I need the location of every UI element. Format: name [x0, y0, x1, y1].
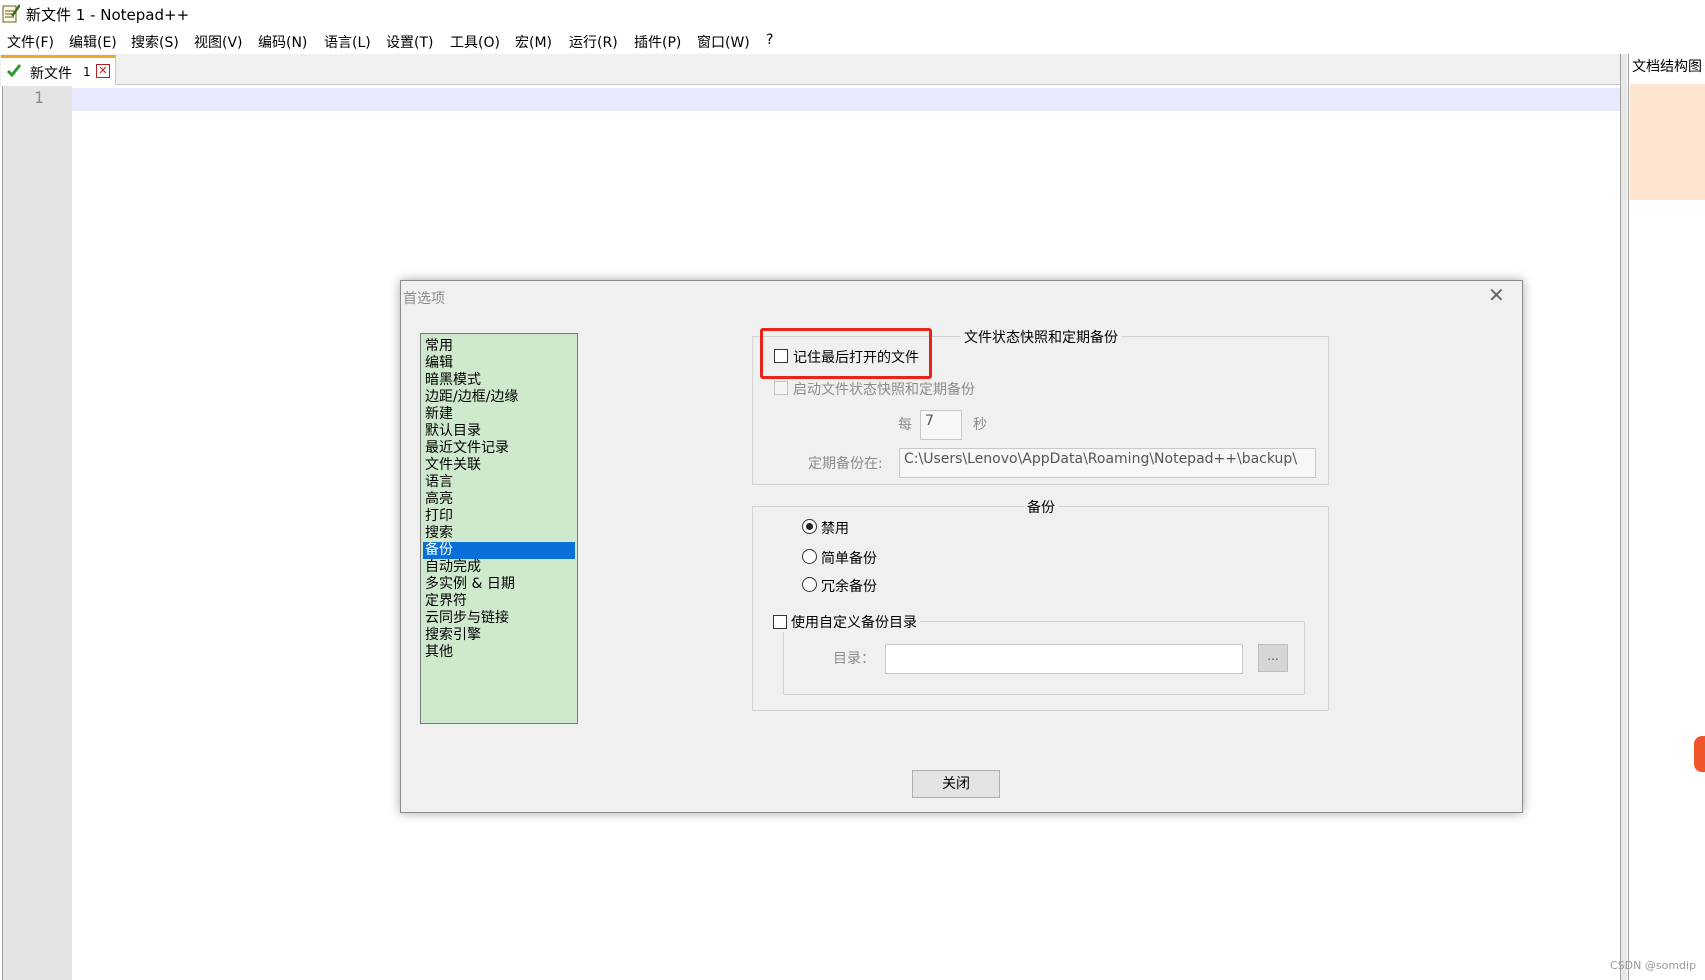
- menu-edit[interactable]: 编辑(E): [69, 32, 117, 52]
- title-bar: [0, 0, 1705, 28]
- category-item[interactable]: 边距/边框/边缘: [423, 389, 575, 406]
- menu-encoding[interactable]: 编码(N): [258, 32, 307, 52]
- line-number-gutter: [3, 86, 72, 980]
- menu-tools[interactable]: 工具(O): [450, 32, 500, 52]
- dialog-title: 首选项: [403, 291, 445, 307]
- category-item[interactable]: 定界符: [423, 593, 575, 610]
- custom-dir-label[interactable]: 使用自定义备份目录: [791, 615, 917, 631]
- menu-window[interactable]: 窗口(W): [697, 32, 750, 52]
- menu-help[interactable]: ?: [766, 32, 773, 48]
- backup-simple-label[interactable]: 简单备份: [821, 548, 877, 568]
- close-x-icon[interactable]: ✕: [1488, 283, 1505, 307]
- category-item[interactable]: 自动完成: [423, 559, 575, 576]
- browse-button[interactable]: ...: [1258, 644, 1288, 672]
- custom-dir-legend: 使用自定义备份目录: [772, 612, 920, 632]
- line-number: 1: [34, 88, 44, 107]
- interval-input[interactable]: 7: [920, 410, 962, 440]
- backup-path-input[interactable]: C:\Users\Lenovo\AppData\Roaming\Notepad+…: [899, 448, 1316, 478]
- category-item[interactable]: 云同步与链接: [423, 610, 575, 627]
- category-item[interactable]: 多实例 & 日期: [423, 576, 575, 593]
- enable-snapshot-label: 启动文件状态快照和定期备份: [793, 382, 975, 398]
- splitter[interactable]: [1620, 54, 1627, 980]
- backup-group-legend: 备份: [1024, 497, 1058, 517]
- floating-badge: [1694, 736, 1705, 772]
- category-list[interactable]: 常用 编辑 暗黑模式 边距/边框/边缘 新建 默认目录 最近文件记录 文件关联 …: [420, 333, 578, 724]
- menu-view[interactable]: 视图(V): [194, 32, 243, 52]
- menu-language[interactable]: 语言(L): [324, 32, 371, 52]
- category-item[interactable]: 语言: [423, 474, 575, 491]
- category-item[interactable]: 打印: [423, 508, 575, 525]
- category-item[interactable]: 常用: [423, 338, 575, 355]
- backup-verbose-radio[interactable]: [802, 577, 817, 592]
- snapshot-group-legend: 文件状态快照和定期备份: [961, 327, 1121, 347]
- menu-bar: 文件(F) 编辑(E) 搜索(S) 视图(V) 编码(N) 语言(L) 设置(T…: [0, 28, 1705, 54]
- enable-snapshot-checkbox[interactable]: [774, 381, 788, 395]
- tab-label: 新文件: [30, 66, 72, 82]
- category-item[interactable]: 其他: [423, 644, 575, 661]
- green-check-icon: [6, 64, 22, 78]
- annotation-highlight-box: [760, 328, 932, 379]
- category-item[interactable]: 暗黑模式: [423, 372, 575, 389]
- menu-macro[interactable]: 宏(M): [515, 32, 552, 52]
- window-title: 新文件 1 - Notepad++: [26, 6, 190, 24]
- category-item[interactable]: 默认目录: [423, 423, 575, 440]
- menu-plugins[interactable]: 插件(P): [634, 32, 681, 52]
- close-button[interactable]: 关闭: [912, 770, 1000, 798]
- backup-verbose-label[interactable]: 冗余备份: [821, 576, 877, 596]
- seconds-label: 秒: [973, 417, 987, 433]
- category-item-selected[interactable]: 备份: [423, 542, 575, 559]
- menu-file[interactable]: 文件(F): [7, 32, 54, 52]
- tab-index: 1: [83, 65, 91, 79]
- backup-disabled-radio[interactable]: [802, 519, 817, 534]
- backup-disabled-label[interactable]: 禁用: [821, 518, 849, 538]
- category-item[interactable]: 搜索: [423, 525, 575, 542]
- custom-dir-checkbox[interactable]: [773, 615, 787, 629]
- watermark: CSDN @somdip: [1610, 959, 1697, 972]
- category-item[interactable]: 最近文件记录: [423, 440, 575, 457]
- red-close-icon[interactable]: ✕: [96, 64, 110, 78]
- document-map-title: 文档结构图: [1632, 59, 1702, 75]
- backup-simple-radio[interactable]: [802, 549, 817, 564]
- category-item[interactable]: 文件关联: [423, 457, 575, 474]
- category-item[interactable]: 新建: [423, 406, 575, 423]
- dir-label: 目录：: [833, 651, 875, 667]
- every-label: 每: [898, 417, 912, 433]
- tab-strip: [0, 54, 1620, 85]
- category-item[interactable]: 编辑: [423, 355, 575, 372]
- category-item[interactable]: 搜索引擎: [423, 627, 575, 644]
- notepad-document-icon: [2, 4, 20, 23]
- backup-path-label: 定期备份在:: [808, 456, 883, 472]
- dir-input[interactable]: [885, 644, 1243, 674]
- current-line-highlight: [72, 88, 1620, 111]
- category-item[interactable]: 高亮: [423, 491, 575, 508]
- document-map-viewport[interactable]: [1630, 84, 1705, 200]
- menu-run[interactable]: 运行(R): [569, 32, 618, 52]
- menu-search[interactable]: 搜索(S): [131, 32, 179, 52]
- menu-settings[interactable]: 设置(T): [386, 32, 433, 52]
